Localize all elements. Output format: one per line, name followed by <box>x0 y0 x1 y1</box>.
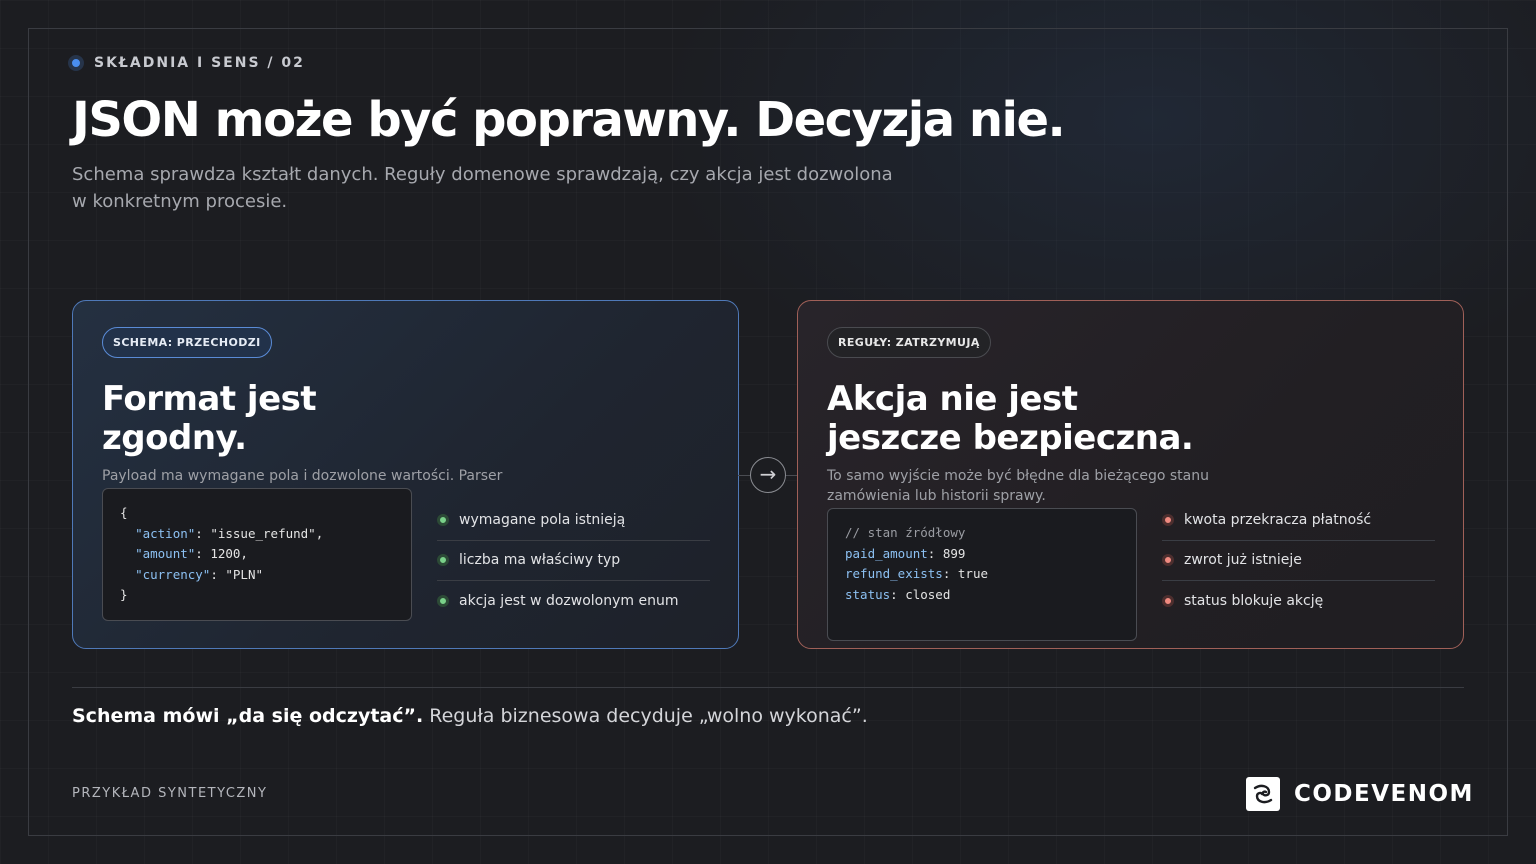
red-dot-icon <box>1162 513 1174 526</box>
code-key: refund_exists <box>845 566 943 581</box>
code-key: "currency" <box>135 566 211 582</box>
payload-code-block: { "action": "issue_refund", "amount": 12… <box>102 488 412 621</box>
subtitle-line-1: Schema sprawdza kształt danych. Reguły d… <box>72 164 893 185</box>
list-item: status blokuje akcję <box>1162 581 1435 622</box>
code-key: paid_amount <box>845 545 928 561</box>
schema-check-list: wymagane pola istnieją liczba ma właściw… <box>437 500 710 622</box>
eyebrow-label: SKŁADNIA I SENS / 02 <box>94 55 305 71</box>
list-item: liczba ma właściwy typ <box>437 541 710 581</box>
arrow-right-icon: → <box>750 457 786 493</box>
code-key: status <box>845 586 891 602</box>
code-key: "action" <box>135 525 196 541</box>
summary-rest: Reguła biznesowa decyduje „wolno wykonać… <box>423 705 868 727</box>
check-label: zwrot już istnieje <box>1184 552 1302 569</box>
code-brace-close: } <box>120 587 128 602</box>
code-value: : "PLN" <box>210 566 264 582</box>
list-item: akcja jest w dozwolonym enum <box>437 581 710 622</box>
rules-title-line-2: jeszcze bezpieczna. <box>827 418 1194 458</box>
code-value: : closed <box>890 586 951 602</box>
code-value: : "issue_refund", <box>195 525 324 541</box>
page-subtitle: Schema sprawdza kształt danych. Reguły d… <box>72 161 972 215</box>
red-dot-icon <box>1162 595 1174 608</box>
brand-name: CODEVENOM <box>1294 781 1474 807</box>
codevenom-logo-icon <box>1246 777 1280 811</box>
footer-note: PRZYKŁAD SYNTETYCZNY <box>72 786 268 801</box>
rules-status-badge: REGUŁY: ZATRZYMUJĄ <box>827 327 991 358</box>
rules-check-list: kwota przekracza płatność zwrot już istn… <box>1162 500 1435 622</box>
summary-text: Schema mówi „da się odczytać”. Reguła bi… <box>72 705 868 727</box>
rules-desc-line-2: zamówienia lub historii sprawy. <box>827 488 1046 504</box>
brand-logo: CODEVENOM <box>1246 777 1474 811</box>
schema-card-description: Payload ma wymagane pola i dozwolone war… <box>102 468 503 484</box>
code-key: "amount" <box>135 546 196 561</box>
eyebrow: SKŁADNIA I SENS / 02 <box>68 55 305 71</box>
list-item: kwota przekracza płatność <box>1162 500 1435 541</box>
green-dot-icon <box>437 513 449 526</box>
state-code-block: // stan źródłowy paid_amount: 899 refund… <box>827 508 1137 641</box>
schema-card-title: Format jest zgodny. <box>102 380 709 458</box>
subtitle-line-2: w konkretnym procesie. <box>72 191 288 212</box>
schema-status-badge: SCHEMA: PRZECHODZI <box>102 327 272 358</box>
check-label: akcja jest w dozwolonym enum <box>459 593 679 610</box>
summary-bold: Schema mówi „da się odczytać”. <box>72 705 424 727</box>
red-dot-icon <box>1162 554 1174 567</box>
check-label: wymagane pola istnieją <box>459 511 626 528</box>
code-value: : 899 <box>927 545 966 561</box>
schema-title-line-2: zgodny. <box>102 418 247 458</box>
blue-dot-icon <box>68 55 84 71</box>
rules-card-title: Akcja nie jest jeszcze bezpieczna. <box>827 380 1434 458</box>
rules-desc-line-1: To samo wyjście może być błędne dla bież… <box>827 468 1209 484</box>
green-dot-icon <box>437 595 449 608</box>
check-label: status blokuje akcję <box>1184 593 1324 610</box>
rules-card: REGUŁY: ZATRZYMUJĄ Akcja nie jest jeszcz… <box>797 300 1464 649</box>
code-value: : true <box>942 566 988 581</box>
schema-card: SCHEMA: PRZECHODZI Format jest zgodny. P… <box>72 300 739 649</box>
rules-title-line-1: Akcja nie jest <box>827 379 1078 419</box>
green-dot-icon <box>437 554 449 567</box>
page-title: JSON może być poprawny. Decyzja nie. <box>72 92 1066 148</box>
check-label: liczba ma właściwy typ <box>459 552 621 569</box>
list-item: zwrot już istnieje <box>1162 541 1435 581</box>
code-comment: // stan źródłowy <box>845 525 966 540</box>
check-label: kwota przekracza płatność <box>1184 511 1372 528</box>
schema-title-line-1: Format jest <box>102 379 317 419</box>
code-value: : 1200, <box>195 546 248 561</box>
list-item: wymagane pola istnieją <box>437 500 710 541</box>
code-brace-open: { <box>120 505 128 520</box>
divider <box>72 687 1464 688</box>
